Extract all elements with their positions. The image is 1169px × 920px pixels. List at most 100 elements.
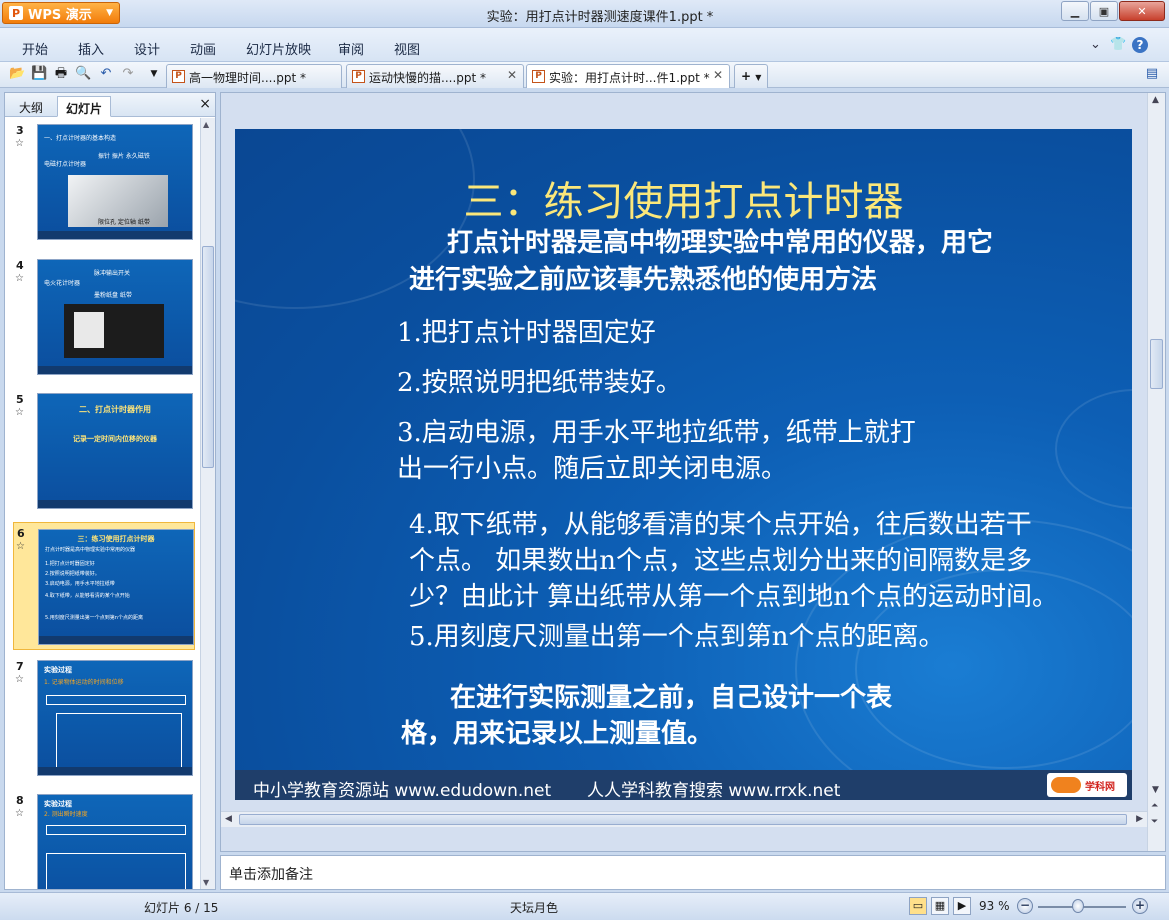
logo-mark bbox=[1051, 777, 1081, 793]
new-tab-button[interactable]: + ▼ bbox=[734, 64, 768, 88]
redo-icon[interactable]: ↷ bbox=[120, 66, 136, 82]
menu-insert[interactable]: 插入 bbox=[78, 39, 104, 58]
status-bar: 幻灯片 6 / 15 天坛月色 ▭ ▦ ▶ 93 % − + bbox=[0, 892, 1169, 920]
step-2[interactable]: 2.按照说明把纸带装好。 bbox=[397, 365, 682, 401]
zoom-in-button[interactable]: + bbox=[1132, 898, 1148, 914]
scrollbar-thumb[interactable] bbox=[202, 246, 214, 468]
scroll-down-icon[interactable]: ▼ bbox=[203, 878, 209, 887]
current-slide[interactable]: 三：练习使用打点计时器 打点计时器是高中物理实验中常用的仪器，用它 进行实验之前… bbox=[235, 129, 1132, 800]
slide-sorter-icon[interactable]: ▦ bbox=[931, 897, 949, 915]
notes-pane[interactable]: 单击添加备注 bbox=[220, 855, 1166, 890]
next-slide-icon[interactable]: ⏷ bbox=[1151, 817, 1158, 827]
scroll-up-icon[interactable]: ▲ bbox=[203, 120, 209, 129]
slide-thumbnail-3[interactable]: 3 ☆ 一、打点计时器的基本构造 电磁打点计时器 振针 振片 永久磁铁 限位孔 … bbox=[13, 120, 195, 244]
menu-view[interactable]: 视图 bbox=[394, 39, 420, 58]
close-panel-icon[interactable]: × bbox=[199, 96, 211, 112]
step-5[interactable]: 5.用刻度尺测量出第一个点到第n个点的距离。 bbox=[409, 619, 945, 655]
close-tab-icon[interactable]: ✕ bbox=[507, 68, 517, 82]
closing-line-2[interactable]: 格，用来记录以上测量值。 bbox=[401, 716, 713, 752]
step-1[interactable]: 1.把打点计时器固定好 bbox=[397, 315, 656, 351]
thumb-title: 实验过程 bbox=[44, 666, 72, 674]
close-tab-icon[interactable]: ✕ bbox=[713, 68, 723, 82]
slide-number: 3 bbox=[16, 124, 24, 137]
thumb-line: 电磁打点计时器 bbox=[44, 161, 87, 168]
step-3-line-2[interactable]: 出一行小点。随后立即关闭电源。 bbox=[397, 451, 787, 487]
slide-number: 6 bbox=[17, 527, 25, 540]
ppt-file-icon: P bbox=[172, 70, 185, 83]
thumb-footer bbox=[38, 767, 192, 775]
minimize-button[interactable]: ▁ bbox=[1061, 1, 1089, 21]
slide-thumbnail-5[interactable]: 5 ☆ 二、打点计时器作用 记录一定时间内位移的仪器 bbox=[13, 389, 195, 513]
doc-tab-3-active[interactable]: P 实验：用打点计时...件1.ppt * ✕ bbox=[526, 64, 730, 88]
step-4-line-2[interactable]: 个点。 如果数出n个点，这些点划分出来的间隔数是多 bbox=[409, 543, 1032, 579]
slide-thumbnail-6-selected[interactable]: 6 ☆ 三：练习使用打点计时器 打点计时器是高中物理实验中常用的仪器 1.把打点… bbox=[13, 522, 195, 650]
thumb-line: 限位孔 定位轴 纸带 bbox=[98, 219, 150, 226]
panel-layout-icon[interactable]: ▤ bbox=[1144, 66, 1160, 82]
star-icon: ☆ bbox=[15, 407, 24, 418]
previous-slide-icon[interactable]: ⏶ bbox=[1151, 801, 1158, 811]
slide-thumbnail-7[interactable]: 7 ☆ 实验过程 1. 记录物体运动的时间和位移 bbox=[13, 656, 195, 780]
slide-thumbnail-4[interactable]: 4 ☆ 电火花计时器 脉冲输出开关 墨粉纸盘 纸带 bbox=[13, 255, 195, 379]
menu-review[interactable]: 审阅 bbox=[338, 39, 364, 58]
slides-panel: 大纲 幻灯片 × 3 ☆ 一、打点计时器的基本构造 电磁打点计时器 振针 振片 … bbox=[4, 92, 216, 890]
wps-app-menu-button[interactable]: P WPS 演示 ▼ bbox=[2, 2, 120, 24]
slide-title[interactable]: 三：练习使用打点计时器 bbox=[235, 169, 1132, 227]
thumb-footer bbox=[39, 636, 193, 644]
menu-design[interactable]: 设计 bbox=[134, 39, 160, 58]
customize-toolbar-icon[interactable]: ▼ bbox=[146, 66, 162, 82]
editor-horizontal-scrollbar[interactable]: ◀ ▶ bbox=[221, 811, 1147, 827]
step-4-line-3[interactable]: 少？由此计 算出纸带从第一个点到地n个点的运动时间。 bbox=[409, 579, 1058, 615]
scrollbar-thumb[interactable] bbox=[1150, 339, 1163, 389]
doc-tab-2[interactable]: P 运动快慢的描....ppt * ✕ bbox=[346, 64, 524, 88]
star-icon: ☆ bbox=[16, 541, 25, 552]
notes-placeholder: 单击添加备注 bbox=[229, 867, 313, 883]
scroll-left-icon[interactable]: ◀ bbox=[225, 814, 232, 824]
slideshow-icon[interactable]: ▶ bbox=[953, 897, 971, 915]
slide-number: 4 bbox=[16, 259, 24, 272]
scrollbar-thumb[interactable] bbox=[239, 814, 1127, 825]
print-icon[interactable]: 🖶 bbox=[53, 66, 69, 82]
data-table bbox=[46, 853, 186, 889]
menu-animation[interactable]: 动画 bbox=[190, 39, 216, 58]
plus-icon: + bbox=[741, 69, 752, 83]
help-icon[interactable]: ? bbox=[1132, 37, 1148, 53]
zoom-out-button[interactable]: − bbox=[1017, 898, 1033, 914]
close-window-button[interactable]: ✕ bbox=[1119, 1, 1165, 21]
open-folder-icon[interactable]: 📂 bbox=[9, 66, 25, 82]
intro-line-2[interactable]: 进行实验之前应该事先熟悉他的使用方法 bbox=[409, 262, 877, 298]
panel-scrollbar[interactable]: ▲ ▼ bbox=[200, 118, 215, 889]
tab-outline[interactable]: 大纲 bbox=[11, 96, 51, 117]
quick-access-toolbar: 📂 💾 🖶 🔍 ↶ ↷ ▼ P 高一物理时间....ppt * P 运动快慢的描… bbox=[0, 62, 1169, 88]
collapse-ribbon-icon[interactable]: ⌄ bbox=[1090, 37, 1101, 52]
timer-label-panel bbox=[74, 312, 104, 348]
thumb-line: 记录一定时间内位移的仪器 bbox=[73, 435, 157, 443]
menu-slideshow[interactable]: 幻灯片放映 bbox=[246, 39, 311, 58]
zoom-slider-knob[interactable] bbox=[1071, 899, 1084, 913]
normal-view-icon[interactable]: ▭ bbox=[909, 897, 927, 915]
save-icon[interactable]: 💾 bbox=[31, 66, 47, 82]
slide-thumbnail-8[interactable]: 8 ☆ 实验过程 2. 测出瞬时速度 bbox=[13, 790, 195, 889]
closing-line-1[interactable]: 在进行实际测量之前，自己设计一个表 bbox=[450, 680, 892, 716]
slide-editor: 三：练习使用打点计时器 打点计时器是高中物理实验中常用的仪器，用它 进行实验之前… bbox=[220, 92, 1166, 852]
editor-vertical-scrollbar[interactable]: ▲ ▼ ⏶ ⏷ bbox=[1147, 93, 1165, 851]
undo-icon[interactable]: ↶ bbox=[98, 66, 114, 82]
menu-home[interactable]: 开始 bbox=[22, 39, 48, 58]
skin-icon[interactable]: 👕 bbox=[1110, 37, 1126, 52]
restore-button[interactable]: ▣ bbox=[1090, 1, 1118, 21]
star-icon: ☆ bbox=[15, 808, 24, 819]
scroll-down-icon[interactable]: ▼ bbox=[1152, 785, 1159, 795]
doc-tab-1[interactable]: P 高一物理时间....ppt * bbox=[166, 64, 342, 88]
step-3-line-1[interactable]: 3.启动电源，用手水平地拉纸带，纸带上就打 bbox=[397, 415, 916, 451]
scroll-right-icon[interactable]: ▶ bbox=[1136, 814, 1143, 824]
print-preview-icon[interactable]: 🔍 bbox=[75, 66, 91, 82]
thumb-line: 2. 测出瞬时速度 bbox=[44, 811, 88, 818]
scroll-up-icon[interactable]: ▲ bbox=[1152, 95, 1159, 105]
menu-bar: 开始 插入 设计 动画 幻灯片放映 审阅 视图 ⌄ 👕 ? bbox=[0, 28, 1169, 62]
tab-slides[interactable]: 幻灯片 bbox=[57, 96, 112, 117]
slide-preview: 实验过程 1. 记录物体运动的时间和位移 bbox=[37, 660, 193, 776]
thumb-title: 一、打点计时器的基本构造 bbox=[44, 135, 117, 142]
intro-line-1[interactable]: 打点计时器是高中物理实验中常用的仪器，用它 bbox=[447, 225, 993, 261]
star-icon: ☆ bbox=[15, 273, 24, 284]
panel-tabs: 大纲 幻灯片 × bbox=[5, 93, 215, 117]
step-4-line-1[interactable]: 4.取下纸带，从能够看清的某个点开始，往后数出若干 bbox=[409, 507, 1032, 543]
